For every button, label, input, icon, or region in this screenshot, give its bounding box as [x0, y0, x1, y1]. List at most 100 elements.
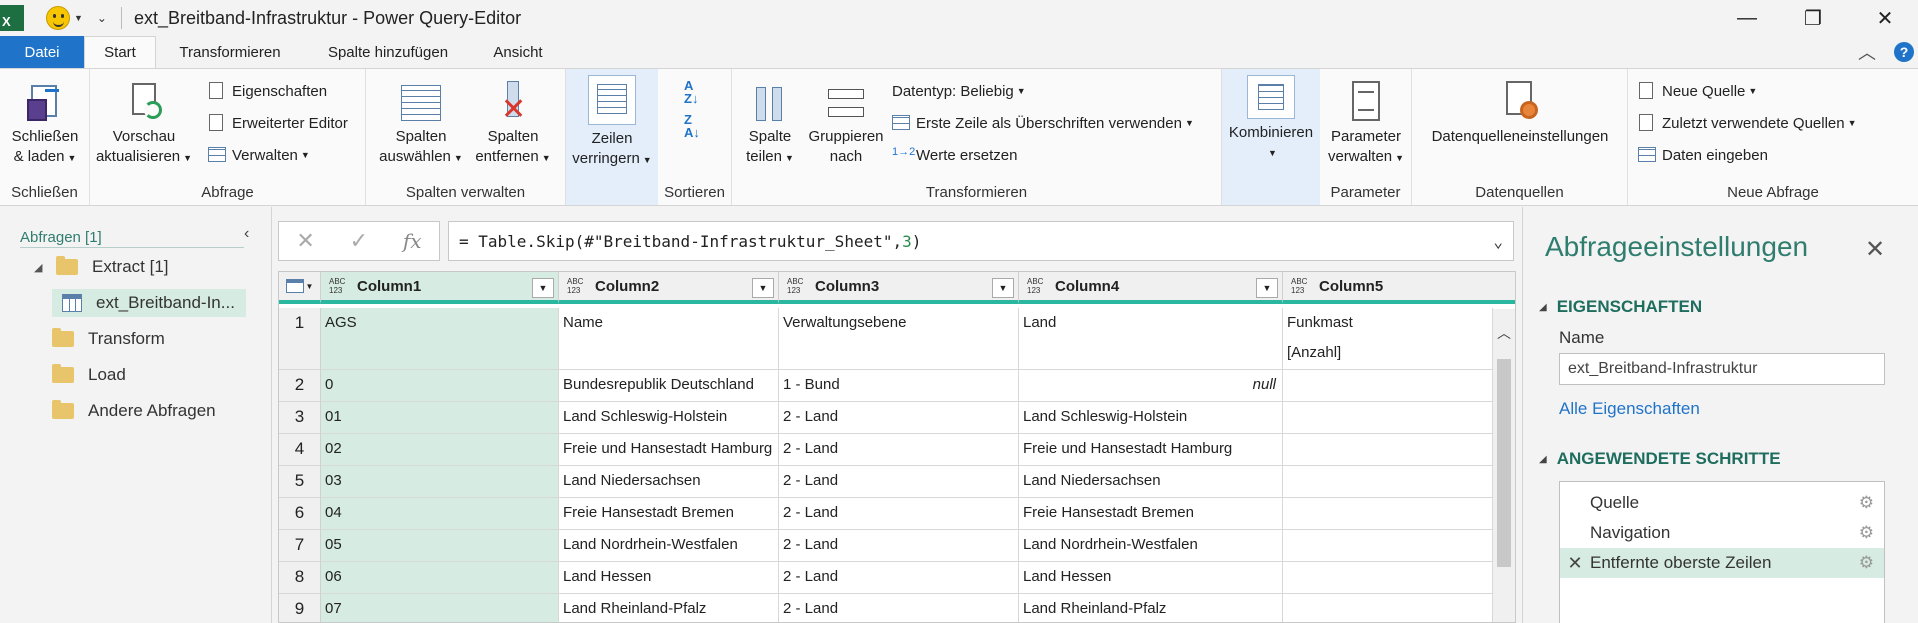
any-type-icon[interactable]: ABC 123 — [329, 277, 351, 295]
section-eigenschaften[interactable]: ◢ EIGENSCHAFTEN — [1539, 297, 1702, 317]
smiley-feedback-icon[interactable] — [46, 6, 70, 30]
column-header-4[interactable]: ABC 123 Column4 ▼ — [1019, 272, 1283, 304]
table-cell[interactable]: 2 - Land — [779, 530, 1019, 562]
help-icon[interactable]: ? — [1894, 42, 1914, 62]
close-settings-icon[interactable]: ✕ — [1865, 235, 1885, 264]
query-folder-transform[interactable]: Transform — [52, 325, 246, 353]
table-cell[interactable]: Freie Hansestadt Bremen — [1019, 498, 1283, 530]
step-quelle[interactable]: Quelle ⚙ — [1560, 488, 1884, 518]
collapse-ribbon-icon[interactable]: ︿ — [1858, 39, 1876, 65]
collapse-queries-icon[interactable]: ‹ — [244, 225, 249, 243]
column-header-2[interactable]: ABC 123 Column2 ▼ — [559, 272, 779, 304]
table-cell[interactable] — [1283, 594, 1493, 622]
table-cell[interactable]: Funkmast [Anzahl] — [1283, 308, 1493, 370]
table-cell[interactable]: Land Rheinland-Pfalz — [559, 594, 779, 622]
table-cell[interactable]: Freie und Hansestadt Hamburg — [559, 434, 779, 466]
tab-start[interactable]: Start — [84, 36, 156, 68]
tab-spalte-hinzufuegen[interactable]: Spalte hinzufügen — [314, 36, 462, 68]
tab-datei[interactable]: Datei — [0, 36, 84, 68]
column-header-1[interactable]: ABC 123 Column1 ▼ — [321, 272, 559, 304]
table-cell[interactable]: 0 — [321, 370, 559, 402]
table-cell[interactable]: Name — [559, 308, 779, 370]
table-cell[interactable]: Land Nordrhein-Westfalen — [1019, 530, 1283, 562]
table-cell[interactable]: Land Hessen — [1019, 562, 1283, 594]
table-cell[interactable]: Land Schleswig-Holstein — [559, 402, 779, 434]
spalten-auswaehlen-button[interactable]: Spalten auswählen ▼ — [378, 81, 464, 168]
formula-bar-input[interactable]: = Table.Skip(#"Breitband-Infrastruktur_S… — [448, 221, 1514, 261]
query-name-input[interactable]: ext_Breitband-Infrastruktur — [1559, 353, 1885, 385]
table-cell-null[interactable]: null — [1019, 370, 1283, 402]
step-navigation[interactable]: Navigation ⚙ — [1560, 518, 1884, 548]
row-number[interactable]: 3 — [279, 402, 321, 434]
kombinieren-button[interactable]: Kombinieren ▼ — [1224, 75, 1318, 163]
daten-eingeben-button[interactable]: Daten eingeben — [1638, 143, 1768, 167]
section-angewendete-schritte[interactable]: ◢ ANGEWENDETE SCHRITTE — [1539, 449, 1781, 469]
any-type-icon[interactable]: ABC 123 — [1291, 277, 1313, 295]
table-cell[interactable]: Freie und Hansestadt Hamburg — [1019, 434, 1283, 466]
filter-dropdown-icon[interactable]: ▼ — [992, 278, 1014, 298]
gear-icon[interactable]: ⚙ — [1859, 553, 1874, 573]
spalten-entfernen-button[interactable]: ✕ Spalten entfernen ▼ — [470, 81, 556, 168]
table-cell[interactable]: 2 - Land — [779, 594, 1019, 622]
row-number[interactable]: 1 — [279, 308, 321, 370]
smiley-dropdown-icon[interactable]: ▼ — [74, 13, 83, 23]
erste-zeile-button[interactable]: Erste Zeile als Überschriften verwenden ▼ — [892, 111, 1194, 135]
parameter-verwalten-button[interactable]: Parameter verwalten ▼ — [1322, 81, 1410, 168]
query-item-ext-breitband[interactable]: ext_Breitband-In... — [52, 289, 246, 317]
row-number[interactable]: 8 — [279, 562, 321, 594]
eigenschaften-button[interactable]: Eigenschaften — [208, 79, 327, 103]
datenquelleneinstellungen-button[interactable]: Datenquelleneinstellungen — [1416, 81, 1624, 147]
table-cell[interactable]: 2 - Land — [779, 562, 1019, 594]
tab-ansicht[interactable]: Ansicht — [482, 36, 554, 68]
gruppieren-nach-button[interactable]: Gruppieren nach — [802, 81, 890, 167]
table-cell[interactable]: Freie Hansestadt Bremen — [559, 498, 779, 530]
table-cell[interactable]: Land Schleswig-Holstein — [1019, 402, 1283, 434]
row-number[interactable]: 7 — [279, 530, 321, 562]
table-cell[interactable] — [1283, 466, 1493, 498]
zeilen-verringern-button[interactable]: Zeilen verringern ▼ — [568, 75, 656, 170]
queries-header[interactable]: Abfragen [1] — [20, 229, 102, 246]
close-window-button[interactable]: ✕ — [1856, 0, 1914, 36]
table-cell[interactable]: 2 - Land — [779, 466, 1019, 498]
table-cell[interactable]: 2 - Land — [779, 434, 1019, 466]
tab-transformieren[interactable]: Transformieren — [166, 36, 294, 68]
filter-dropdown-icon[interactable]: ▼ — [532, 278, 554, 298]
row-number[interactable]: 2 — [279, 370, 321, 402]
neue-quelle-button[interactable]: Neue Quelle ▼ — [1638, 79, 1757, 103]
table-cell[interactable]: 2 - Land — [779, 498, 1019, 530]
delete-step-icon[interactable]: ✕ — [1560, 553, 1590, 574]
vorschau-aktualisieren-button[interactable]: Vorschau aktualisieren ▼ — [96, 81, 192, 168]
gear-icon[interactable]: ⚙ — [1859, 493, 1874, 513]
fx-icon[interactable]: fx — [403, 229, 422, 253]
table-cell[interactable]: Land Nordrhein-Westfalen — [559, 530, 779, 562]
vertical-scrollbar[interactable]: ︿ — [1493, 309, 1515, 622]
expand-formula-icon[interactable]: ⌄ — [1493, 232, 1503, 251]
any-type-icon[interactable]: ABC 123 — [567, 277, 589, 295]
table-cell[interactable]: Land Niedersachsen — [559, 466, 779, 498]
row-number[interactable]: 6 — [279, 498, 321, 530]
expand-triangle-icon[interactable]: ◢ — [34, 261, 44, 274]
table-cell[interactable]: Land — [1019, 308, 1283, 370]
table-cell[interactable]: 02 — [321, 434, 559, 466]
any-type-icon[interactable]: ABC 123 — [787, 277, 809, 295]
filter-dropdown-icon[interactable]: ▼ — [752, 278, 774, 298]
datentyp-dropdown[interactable]: Datentyp: Beliebig ▼ — [892, 79, 1026, 103]
table-cell[interactable] — [1283, 402, 1493, 434]
table-cell[interactable]: 03 — [321, 466, 559, 498]
restore-button[interactable]: ❐ — [1784, 0, 1842, 36]
confirm-formula-icon[interactable]: ✓ — [350, 228, 368, 254]
table-cell[interactable]: AGS — [321, 308, 559, 370]
table-cell[interactable]: 01 — [321, 402, 559, 434]
table-cell[interactable]: Land Hessen — [559, 562, 779, 594]
minimize-button[interactable]: — — [1718, 0, 1776, 36]
table-cell[interactable] — [1283, 370, 1493, 402]
table-cell[interactable]: Land Niedersachsen — [1019, 466, 1283, 498]
table-cell[interactable] — [1283, 530, 1493, 562]
sort-descending-icon[interactable]: Z A↓ — [684, 113, 700, 139]
row-number[interactable]: 4 — [279, 434, 321, 466]
query-folder-extract[interactable]: ◢ Extract [1] — [34, 253, 244, 281]
table-cell[interactable]: 07 — [321, 594, 559, 622]
table-cell[interactable]: Bundesrepublik Deutschland — [559, 370, 779, 402]
spalte-teilen-button[interactable]: Spalte teilen ▼ — [738, 81, 802, 168]
any-type-icon[interactable]: ABC 123 — [1027, 277, 1049, 295]
